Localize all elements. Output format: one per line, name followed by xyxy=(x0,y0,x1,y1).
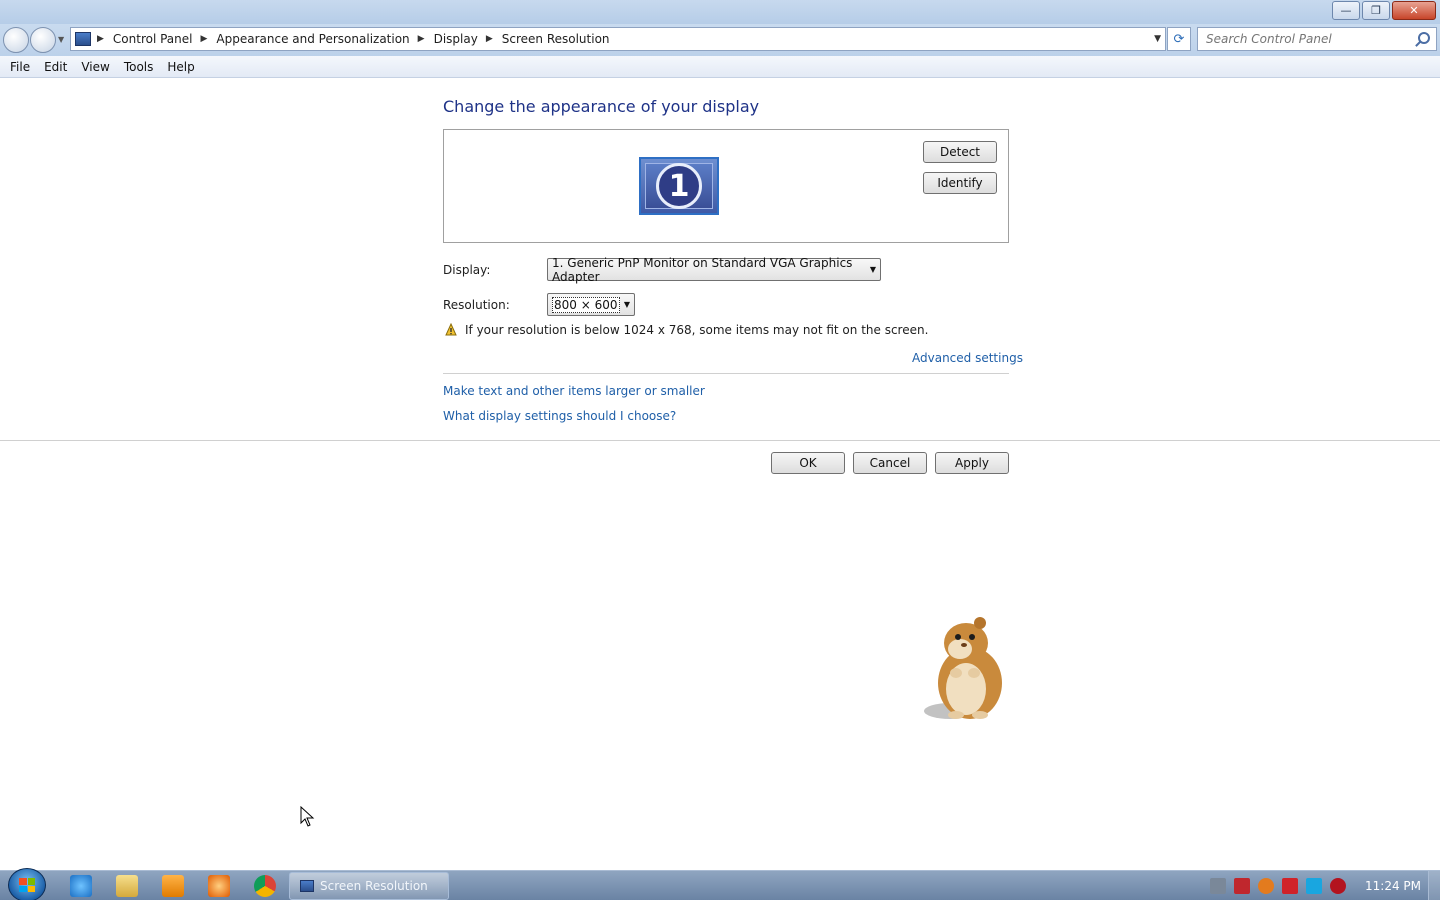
breadcrumb-display[interactable]: Display xyxy=(434,32,478,46)
restore-button[interactable]: ❐ xyxy=(1362,1,1390,20)
volume-icon[interactable] xyxy=(1330,878,1346,894)
hamster-mascot-icon xyxy=(924,617,1002,719)
taskbar-task-label: Screen Resolution xyxy=(320,879,428,893)
display-select-value: 1. Generic PnP Monitor on Standard VGA G… xyxy=(552,255,853,284)
breadcrumb-separator-icon[interactable]: ▶ xyxy=(97,34,104,44)
detect-button[interactable]: Detect xyxy=(923,141,997,163)
navigation-bar: ▼ ▶ Control Panel ▶ Appearance and Perso… xyxy=(0,24,1440,56)
resolution-select-value: 800 × 600 xyxy=(552,296,620,313)
search-box[interactable] xyxy=(1197,27,1437,51)
section-divider xyxy=(443,373,1009,374)
breadcrumb-separator-icon[interactable]: ▶ xyxy=(486,34,493,44)
network-icon[interactable] xyxy=(1210,878,1226,894)
title-bar: — ❐ ✕ xyxy=(0,0,1440,24)
taskbar-screen-resolution[interactable]: Screen Resolution xyxy=(289,872,449,900)
warning-icon xyxy=(445,323,457,336)
text-size-link[interactable]: Make text and other items larger or smal… xyxy=(443,384,705,398)
cancel-button[interactable]: Cancel xyxy=(853,452,927,474)
search-tool-icon[interactable] xyxy=(1258,878,1274,894)
menu-edit[interactable]: Edit xyxy=(37,60,74,74)
paint-icon[interactable] xyxy=(208,875,230,897)
chevron-down-icon: ▼ xyxy=(623,300,630,309)
taskbar: Screen Resolution 11:24 PM xyxy=(0,868,1440,900)
breadcrumb-separator-icon[interactable]: ▶ xyxy=(418,34,425,44)
display-icon[interactable] xyxy=(1306,878,1322,894)
flag-icon[interactable] xyxy=(1282,878,1298,894)
monitor-1-icon[interactable]: 1 xyxy=(639,157,719,215)
media-player-icon[interactable] xyxy=(162,875,184,897)
antivirus-icon[interactable] xyxy=(1234,878,1250,894)
display-label: Display: xyxy=(443,263,491,277)
address-dropdown-icon[interactable]: ▼ xyxy=(1154,34,1161,44)
breadcrumb-screen-resolution[interactable]: Screen Resolution xyxy=(502,32,610,46)
resolution-select[interactable]: 800 × 600 ▼ xyxy=(547,293,635,316)
apply-button[interactable]: Apply xyxy=(935,452,1009,474)
breadcrumb-appearance[interactable]: Appearance and Personalization xyxy=(216,32,409,46)
ok-button[interactable]: OK xyxy=(771,452,845,474)
menu-view[interactable]: View xyxy=(74,60,116,74)
show-desktop-button[interactable] xyxy=(1428,871,1440,900)
menu-file[interactable]: File xyxy=(3,60,37,74)
resolution-warning-text: If your resolution is below 1024 x 768, … xyxy=(465,323,929,337)
search-input[interactable] xyxy=(1206,32,1416,46)
mouse-cursor-icon xyxy=(300,806,315,827)
refresh-button[interactable]: ⟳ xyxy=(1167,27,1191,51)
recent-pages-dropdown[interactable]: ▼ xyxy=(58,35,64,44)
close-button[interactable]: ✕ xyxy=(1392,1,1436,20)
display-settings-help-link[interactable]: What display settings should I choose? xyxy=(443,409,676,423)
system-tray xyxy=(1210,878,1346,894)
chrome-icon[interactable] xyxy=(254,875,276,897)
resolution-label: Resolution: xyxy=(443,298,510,312)
window-controls: — ❐ ✕ xyxy=(1332,1,1436,20)
breadcrumb-control-panel[interactable]: Control Panel xyxy=(113,32,193,46)
windows-logo-icon xyxy=(19,878,35,892)
start-button[interactable] xyxy=(8,868,46,900)
minimize-button[interactable]: — xyxy=(1332,1,1360,20)
button-area-divider xyxy=(0,440,1440,441)
search-icon[interactable] xyxy=(1418,32,1430,44)
windows-explorer-icon[interactable] xyxy=(116,875,138,897)
menu-help[interactable]: Help xyxy=(160,60,201,74)
page-title: Change the appearance of your display xyxy=(443,97,760,116)
menu-tools[interactable]: Tools xyxy=(117,60,161,74)
advanced-settings-link[interactable]: Advanced settings xyxy=(912,351,1023,365)
monitor-preview-panel: 1 Detect Identify xyxy=(443,129,1009,243)
chevron-down-icon: ▼ xyxy=(869,265,876,274)
monitor-number: 1 xyxy=(656,163,702,209)
breadcrumb-separator-icon[interactable]: ▶ xyxy=(201,34,208,44)
back-button[interactable] xyxy=(3,27,29,53)
control-panel-icon xyxy=(300,880,314,892)
menu-bar: File Edit View Tools Help xyxy=(0,56,1440,78)
clock[interactable]: 11:24 PM xyxy=(1365,879,1421,893)
control-panel-icon xyxy=(75,32,91,46)
identify-button[interactable]: Identify xyxy=(923,172,997,194)
forward-button[interactable] xyxy=(30,27,56,53)
display-select[interactable]: 1. Generic PnP Monitor on Standard VGA G… xyxy=(547,255,881,284)
internet-explorer-icon[interactable] xyxy=(70,875,92,897)
address-bar[interactable]: ▶ Control Panel ▶ Appearance and Persona… xyxy=(70,27,1166,51)
